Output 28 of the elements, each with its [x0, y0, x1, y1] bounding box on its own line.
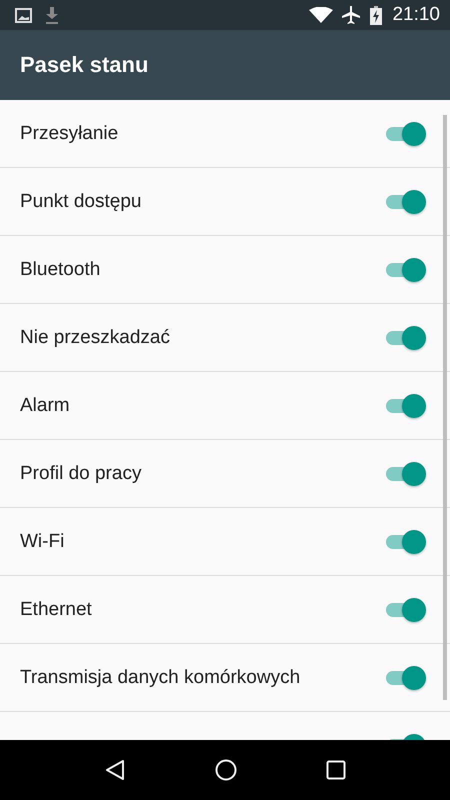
overview-icon[interactable] [326, 760, 346, 780]
setting-label: Nie przeszkadzać [20, 326, 170, 348]
toggle-switch[interactable] [384, 598, 426, 622]
setting-label: Przesyłanie [20, 122, 118, 144]
setting-label: Bluetooth [20, 258, 100, 280]
setting-label: Wi-Fi [20, 530, 64, 552]
setting-label: Profil do pracy [20, 462, 142, 484]
setting-label: Transmisja danych komórkowych [20, 666, 300, 688]
toggle-switch[interactable] [384, 190, 426, 214]
setting-label: Alarm [20, 394, 70, 416]
home-icon[interactable] [214, 759, 237, 781]
wifi-icon [309, 7, 334, 23]
toggle-switch[interactable] [384, 394, 426, 418]
toggle-switch[interactable] [384, 530, 426, 554]
toggle-switch[interactable] [384, 326, 426, 350]
setting-label: Ethernet [20, 598, 92, 620]
airplane-icon [341, 5, 362, 25]
screen-title: Pasek stanu [20, 52, 148, 78]
toggle-switch[interactable] [384, 666, 426, 690]
battery-charging-icon [370, 6, 382, 24]
setting-label: Punkt dostępu [20, 190, 142, 212]
clock-time: 21:10 [392, 4, 440, 26]
image-icon [15, 8, 32, 22]
toggle-switch[interactable] [384, 122, 426, 146]
download-icon [45, 6, 59, 24]
toggle-switch[interactable] [384, 258, 426, 282]
toggle-switch[interactable] [384, 462, 426, 486]
back-icon[interactable] [104, 759, 126, 781]
